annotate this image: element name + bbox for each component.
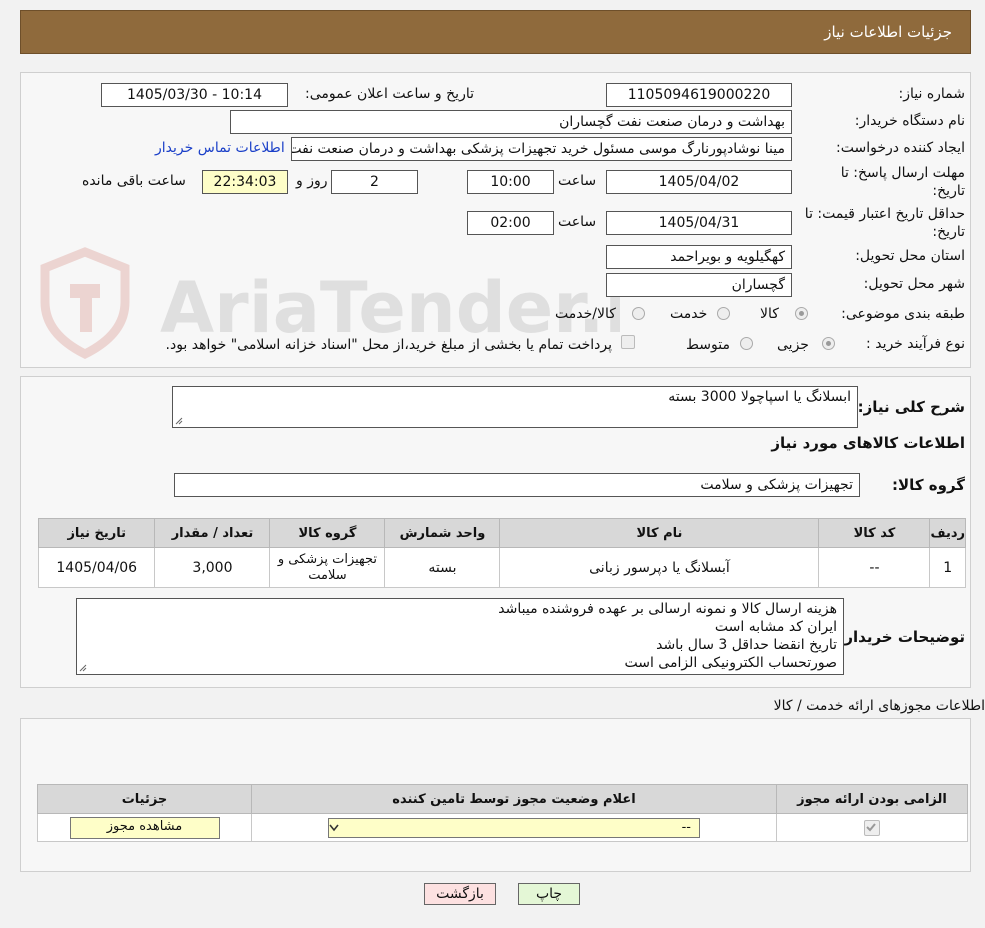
goods-table: ردیف کد کالا نام کالا واحد شمارش گروه کا… — [37, 518, 966, 588]
process-radio-minor[interactable] — [822, 337, 835, 350]
col-need-date: تاریخ نیاز — [37, 518, 156, 548]
view-permit-button[interactable]: مشاهده مجوز — [69, 816, 220, 839]
col-quantity: تعداد / مقدار — [154, 518, 271, 548]
cell-permit-status: -- — [251, 813, 777, 842]
goods-info-title: اطلاعات کالاهای مورد نیاز — [771, 434, 965, 452]
reply-deadline-label: مهلت ارسال پاسخ: تا تاریخ: — [840, 165, 965, 199]
announce-field: 1405/03/30 - 10:14 — [101, 83, 288, 107]
page-header: جزئیات اطلاعات نیاز — [20, 10, 971, 54]
category-option-goods: کالا — [760, 306, 779, 322]
requester-field: مینا نوشادپورنارگ موسی مسئول خرید تجهیزا… — [291, 137, 792, 161]
price-time-label: ساعت — [558, 214, 597, 230]
check-icon — [866, 822, 876, 831]
cell-row-number: 1 — [929, 547, 966, 588]
buyer-notes-label: توضیحات خریدار: — [838, 628, 965, 646]
days-field: 2 — [331, 170, 418, 194]
reply-time-label: ساعت — [558, 173, 597, 189]
buyer-note-line: صورتحساب الکترونیکی الزامی است — [624, 655, 837, 671]
cell-goods-code: -- — [818, 547, 931, 588]
category-radio-both[interactable] — [632, 307, 645, 320]
cell-quantity: 3,000 — [154, 547, 271, 588]
col-unit: واحد شمارش — [384, 518, 501, 548]
col-permit-status: اعلام وضعیت مجوز توسط تامین کننده — [251, 784, 777, 814]
price-time-field: 02:00 — [467, 211, 554, 235]
remaining-time-field: 22:34:03 — [202, 170, 288, 194]
announce-label: تاریخ و ساعت اعلان عمومی: — [305, 86, 474, 102]
category-option-service: خدمت — [670, 306, 708, 322]
buyer-org-field: بهداشت و درمان صنعت نفت گچساران — [230, 110, 792, 134]
reply-time-field: 10:00 — [467, 170, 554, 194]
goods-table-header: ردیف کد کالا نام کالا واحد شمارش گروه کا… — [37, 518, 966, 548]
permit-required-checkbox[interactable] — [864, 819, 880, 836]
reply-date-field: 1405/04/02 — [606, 170, 792, 194]
cell-permit-required — [776, 813, 968, 842]
city-label: شهر محل تحویل: — [863, 276, 965, 292]
province-field: کهگیلویه و بویراحمد — [606, 245, 792, 269]
col-permit-details: جزئیات — [37, 784, 252, 814]
buyer-notes-textarea[interactable]: هزینه ارسال کالا و نمونه ارسالی بر عهده … — [76, 598, 844, 675]
buyer-note-line: تاریخ انقضا حداقل 3 سال باشد — [656, 637, 837, 653]
col-goods-code: کد کالا — [818, 518, 931, 548]
permit-status-select[interactable]: -- — [328, 817, 700, 838]
buyer-note-line: هزینه ارسال کالا و نمونه ارسالی بر عهده … — [498, 601, 837, 617]
city-field: گچساران — [606, 273, 792, 297]
cell-permit-details: مشاهده مجوز — [37, 813, 252, 842]
col-goods-group: گروه کالا — [269, 518, 386, 548]
back-button[interactable]: بازگشت — [424, 883, 496, 905]
description-text: ابسلانگ یا اسپاچولا 3000 بسته — [668, 389, 851, 405]
permits-title: اطلاعات مجوزهای ارائه خدمت / کالا — [773, 698, 985, 714]
cell-goods-name: آبسلانگ یا دپرسور زبانی — [499, 547, 820, 588]
col-goods-name: نام کالا — [499, 518, 820, 548]
col-permit-required: الزامی بودن ارائه مجوز — [776, 784, 968, 814]
cell-goods-group: تجهیزات پزشکی و سلامت — [269, 547, 386, 588]
process-label: نوع فرآیند خرید : — [866, 336, 965, 352]
requester-label: ایجاد کننده درخواست: — [836, 140, 965, 156]
process-option-minor: جزیی — [777, 337, 809, 353]
category-option-both: کالا/خدمت — [555, 306, 616, 322]
resize-grip-icon[interactable] — [79, 664, 87, 672]
payment-note: پرداخت تمام یا بخشی از مبلغ خرید،از محل … — [165, 337, 612, 353]
table-row: -- مشاهده مجوز — [37, 813, 968, 842]
process-radio-medium[interactable] — [740, 337, 753, 350]
need-number-label: شماره نیاز: — [898, 86, 966, 102]
category-radio-goods[interactable] — [795, 307, 808, 320]
process-option-medium: متوسط — [686, 337, 730, 353]
print-button[interactable]: چاپ — [518, 883, 580, 905]
category-label: طبقه بندی موضوعی: — [841, 306, 965, 322]
province-label: استان محل تحویل: — [855, 248, 965, 264]
days-label: روز و — [296, 173, 328, 189]
need-number-field: 1105094619000220 — [606, 83, 792, 107]
cell-need-date: 1405/04/06 — [37, 547, 156, 588]
permit-select-value: -- — [681, 819, 691, 835]
goods-group-field: تجهیزات پزشکی و سلامت — [174, 473, 860, 497]
contact-info-link[interactable]: اطلاعات تماس خریدار — [155, 140, 285, 156]
category-radio-service[interactable] — [717, 307, 730, 320]
buyer-note-line: ایران کد مشابه است — [714, 619, 837, 635]
resize-grip-icon[interactable] — [175, 417, 183, 425]
price-validity-label: حداقل تاریخ اعتبار قیمت: تا تاریخ: — [804, 206, 965, 240]
treasury-payment-checkbox[interactable] — [621, 335, 635, 349]
goods-group-label: گروه کالا: — [892, 476, 965, 494]
col-row-number: ردیف — [929, 518, 966, 548]
cell-unit: بسته — [384, 547, 501, 588]
buyer-org-label: نام دستگاه خریدار: — [854, 113, 965, 129]
chevron-down-icon — [329, 824, 339, 831]
permits-table-header: الزامی بودن ارائه مجوز اعلام وضعیت مجوز … — [37, 784, 968, 814]
remaining-label: ساعت باقی مانده — [82, 173, 186, 189]
description-textarea[interactable]: ابسلانگ یا اسپاچولا 3000 بسته — [172, 386, 858, 428]
description-label: شرح کلی نیاز: — [857, 398, 965, 416]
page-title: جزئیات اطلاعات نیاز — [824, 23, 952, 41]
table-row: 1 -- آبسلانگ یا دپرسور زبانی بسته تجهیزا… — [37, 547, 966, 588]
permits-table: الزامی بودن ارائه مجوز اعلام وضعیت مجوز … — [37, 784, 968, 842]
price-date-field: 1405/04/31 — [606, 211, 792, 235]
